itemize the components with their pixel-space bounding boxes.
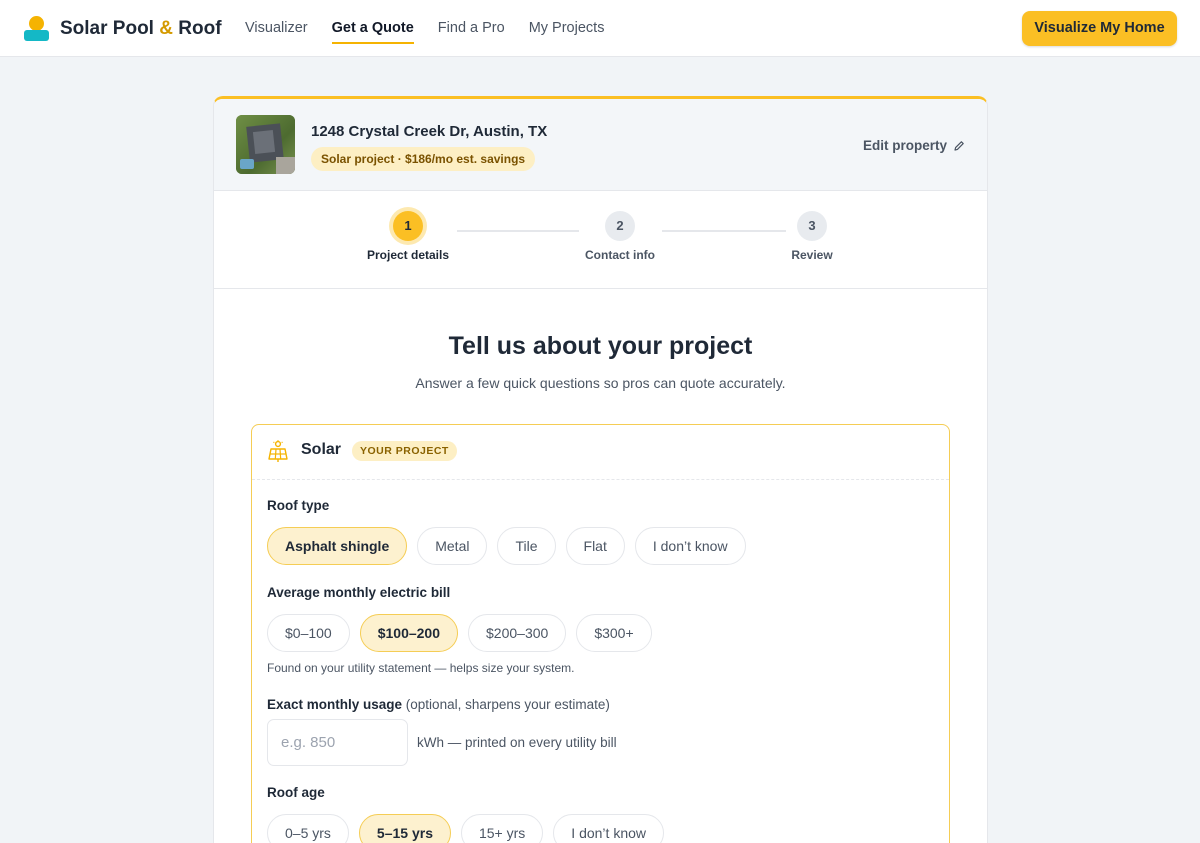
roof-age-option-0-5[interactable]: 0–5 yrs [267,814,349,843]
edit-property-link[interactable]: Edit property [863,138,965,153]
brand-logo[interactable]: Solar Pool & Roof [24,16,222,41]
roof-age-option-unknown[interactable]: I don’t know [553,814,665,843]
project-savings-badge: Solar project · $186/mo est. savings [311,147,536,171]
brand-name: Solar Pool & Roof [60,17,222,39]
electric-bill-hint: Found on your utility statement — helps … [267,661,575,675]
step-review[interactable]: 3 Review [752,211,872,262]
step-label: Review [791,248,833,262]
bill-option-300-plus[interactable]: $300+ [576,614,652,652]
sun-pool-logo-icon [24,16,49,41]
usage-unit-note: kWh — printed on every utility bill [417,735,617,750]
roof-type-option-unknown[interactable]: I don’t know [634,527,746,565]
progress-stepper: 1 Project details 2 Contact info 3 Revie… [214,191,987,289]
step-connector [662,230,786,232]
electric-bill-label: Average monthly electric bill [267,585,451,600]
bill-option-200-300[interactable]: $200–300 [468,614,567,652]
page-subtitle: Answer a few quick questions so pros can… [415,375,786,391]
roof-age-label: Roof age [267,785,325,800]
bill-option-100-200[interactable]: $100–200 [359,614,459,652]
your-project-badge: YOUR PROJECT [352,441,457,461]
electric-bill-options: $0–100 $100–200 $200–300 $300+ [267,614,662,652]
step-number: 3 [797,211,827,241]
step-label: Contact info [585,248,655,262]
step-project-details[interactable]: 1 Project details [348,211,468,262]
page-title: Tell us about your project [448,332,753,360]
roof-age-options: 0–5 yrs 5–15 yrs 15+ yrs I don’t know [267,814,674,843]
roof-type-options: Asphalt shingle Metal Tile Flat I don’t … [267,527,756,565]
roof-type-option-asphalt-shingle[interactable]: Asphalt shingle [267,527,408,565]
solar-section: Solar YOUR PROJECT Roof type Asphalt shi… [251,424,950,843]
quote-card: 1248 Crystal Creek Dr, Austin, TX Solar … [213,96,988,843]
section-header: Solar YOUR PROJECT [252,425,949,480]
nav-get-a-quote[interactable]: Get a Quote [331,0,414,57]
roof-type-option-flat[interactable]: Flat [565,527,625,565]
bill-option-0-100[interactable]: $0–100 [267,614,350,652]
step-label: Project details [366,248,450,262]
roof-age-option-15-plus[interactable]: 15+ yrs [460,814,544,843]
main-nav: Visualizer Get a Quote Find a Pro My Pro… [245,0,628,57]
section-title: Solar [301,441,342,458]
monthly-usage-label: Exact monthly usage (optional, sharpens … [267,697,610,712]
monthly-usage-input[interactable] [267,719,408,766]
nav-my-projects[interactable]: My Projects [529,0,605,57]
nav-find-a-pro[interactable]: Find a Pro [438,0,505,57]
edit-property-label: Edit property [862,138,947,153]
pencil-icon [954,140,964,151]
roof-type-label: Roof type [267,498,330,513]
property-summary: 1248 Crystal Creek Dr, Austin, TX Solar … [214,99,987,191]
solar-panel-icon [268,440,288,462]
top-nav-bar: Solar Pool & Roof Visualizer Get a Quote… [0,0,1200,57]
step-number: 2 [605,211,635,241]
step-contact-info[interactable]: 2 Contact info [560,211,680,262]
property-aerial-thumbnail [236,115,295,174]
visualize-my-home-button[interactable]: Visualize My Home [1022,11,1177,46]
roof-type-option-tile[interactable]: Tile [497,527,556,565]
roof-age-option-5-15[interactable]: 5–15 yrs [358,814,451,843]
property-address: 1248 Crystal Creek Dr, Austin, TX [311,123,548,140]
nav-visualizer[interactable]: Visualizer [245,0,308,57]
step-connector [457,230,579,232]
step-number: 1 [393,211,423,241]
roof-type-option-metal[interactable]: Metal [417,527,488,565]
